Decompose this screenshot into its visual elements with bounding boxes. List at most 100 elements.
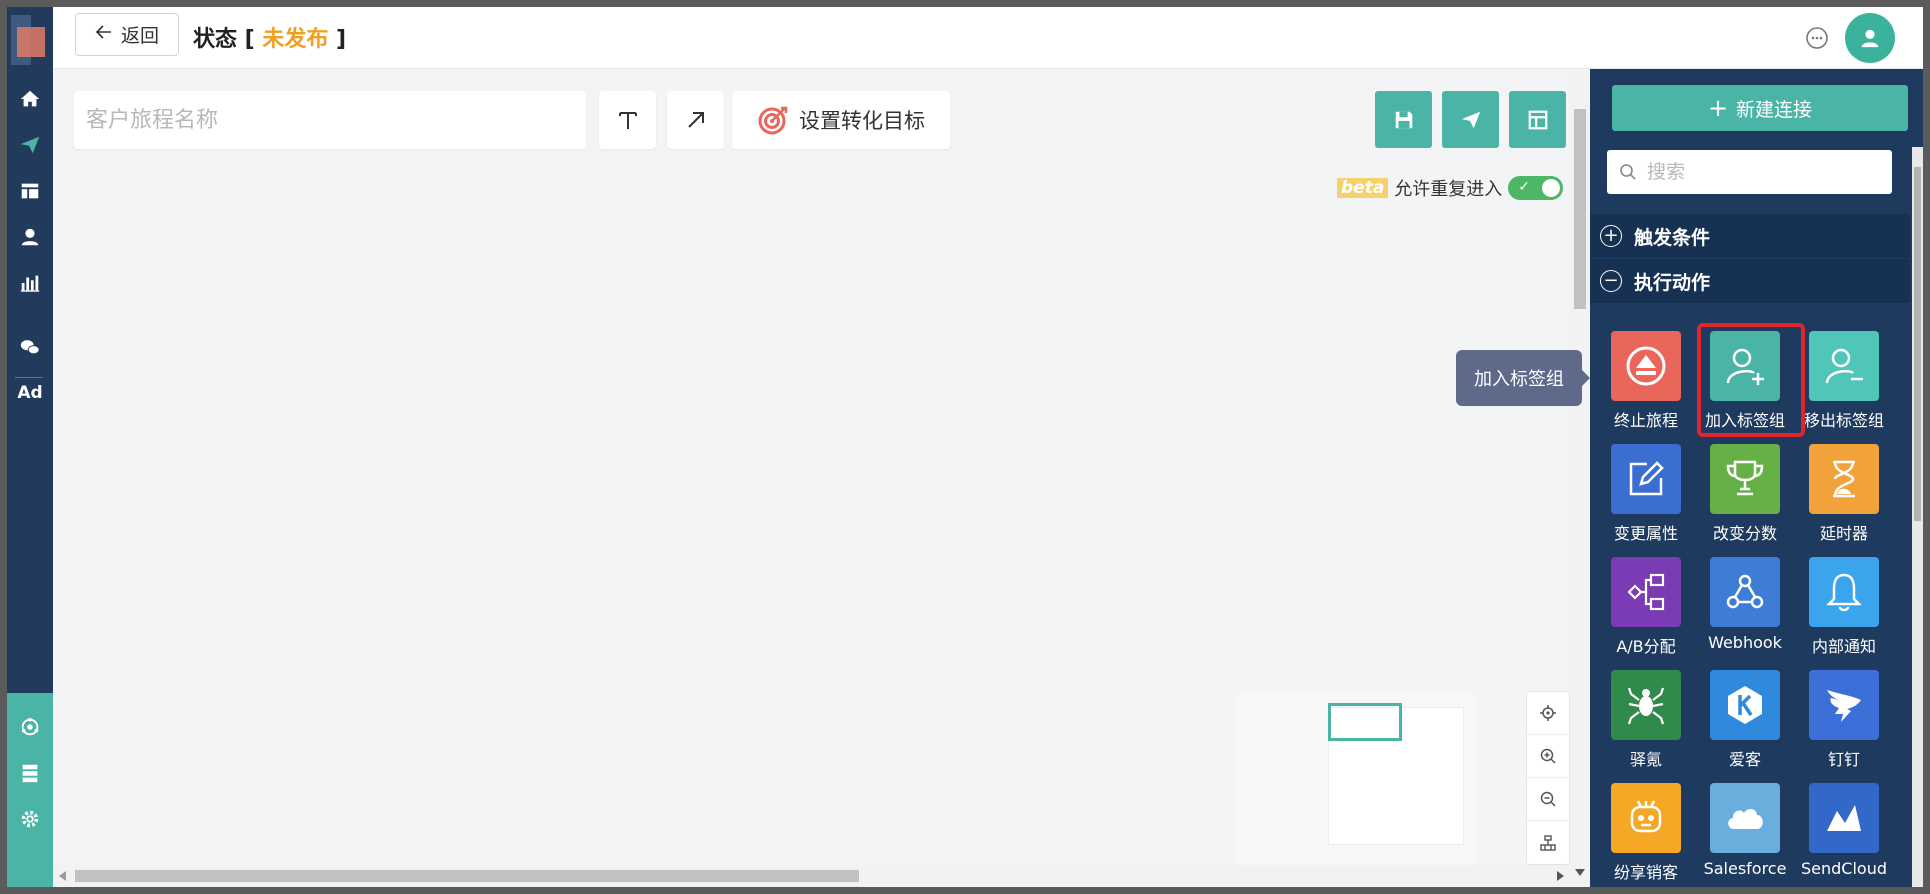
save-button[interactable] [1375,91,1432,148]
scroll-down-icon[interactable] [1575,869,1585,877]
expand-icon: + [1600,225,1622,247]
canvas-vertical-scrollbar[interactable] [1570,69,1590,887]
tile-label: 驿氪 [1629,750,1662,769]
back-label: 返回 [120,25,159,47]
user-icon[interactable] [7,217,53,257]
tile-remove-tag-group[interactable]: 移出标签组 [1798,331,1890,441]
zoom-in-icon[interactable] [1527,735,1569,778]
highlight-frame [1697,323,1805,437]
cloud-icon [1710,783,1780,853]
send-icon [1461,111,1480,128]
back-button[interactable]: 返回 [75,13,179,56]
tile-dingtalk[interactable]: 钉钉 [1798,670,1890,780]
tile-yike[interactable]: 驿氪 [1600,670,1692,780]
dingtalk-icon [1809,670,1879,740]
tile-change-attribute[interactable]: 变更属性 [1600,444,1692,554]
tile-ab-split[interactable]: A/B分配 [1600,557,1692,667]
send-icon[interactable] [7,125,53,165]
k-icon [1710,670,1780,740]
node-palette-panel: + 新建连接 + 触发条件 − 执行动作 终止旅程 加入标签组 [1590,69,1923,887]
page-status: 状态 [ 未发布 ] [193,21,346,53]
avatar[interactable] [1845,13,1895,63]
tile-label: 爱客 [1728,750,1761,769]
set-goal-button[interactable]: 设置转化目标 [732,91,950,149]
bell-icon [1809,557,1879,627]
tile-label: Webhook [1708,633,1782,652]
home-icon[interactable] [7,79,53,119]
tile-label: 纷享销客 [1613,863,1678,882]
sitemap-icon[interactable] [1527,821,1569,864]
scroll-right-icon[interactable] [1556,871,1564,881]
collapse-icon: − [1600,270,1622,292]
allow-reentry-toggle[interactable]: ✓ [1508,176,1564,200]
tile-salesforce[interactable]: Salesforce [1699,783,1791,887]
user-remove-icon [1809,331,1879,401]
sendcloud-icon [1809,783,1879,853]
tile-fxiaoke[interactable]: 纷享销客 [1600,783,1692,887]
locate-icon[interactable] [1527,692,1569,735]
text-tool-button[interactable] [599,91,656,149]
save-icon [1395,111,1412,128]
chat-icon[interactable] [1803,24,1831,52]
tile-label: Salesforce [1703,859,1787,878]
nav-bottom-group [7,693,53,887]
allow-reentry-label: 允许重复进入 [1394,179,1503,200]
zoom-controls [1526,691,1570,865]
palette-scrollbar[interactable] [1912,147,1923,887]
gear-icon[interactable] [7,799,53,839]
left-nav: Ad [7,7,53,887]
tile-label: 终止旅程 [1613,411,1678,430]
set-goal-label: 设置转化目标 [799,109,925,133]
tile-internal-notify[interactable]: 内部通知 [1798,557,1890,667]
tile-webhook[interactable]: Webhook [1699,557,1791,667]
tile-aike[interactable]: 爱客 [1699,670,1791,780]
layout-icon[interactable] [7,171,53,211]
allow-reentry-row: beta 允许重复进入 ✓ [1337,175,1564,201]
section-actions-label: 执行动作 [1634,271,1711,294]
tile-delay[interactable]: 延时器 [1798,444,1890,554]
arrow-tool-button[interactable] [667,91,724,149]
plus-icon: + [1707,94,1729,122]
tile-tooltip: 加入标签组 [1456,350,1590,406]
tile-label: 变更属性 [1613,524,1678,543]
search-input[interactable] [1647,161,1867,183]
tile-change-score[interactable]: 改变分数 [1699,444,1791,554]
section-triggers[interactable]: + 触发条件 [1590,214,1910,258]
beta-badge: beta [1337,178,1389,198]
tile-label: 移出标签组 [1803,411,1884,430]
tile-end-journey[interactable]: 终止旅程 [1600,331,1692,441]
arrow-diagonal-icon [687,112,704,128]
bar-chart-icon[interactable] [7,263,53,303]
robot-icon [1611,783,1681,853]
scroll-left-icon[interactable] [59,871,67,881]
journey-name-input[interactable] [74,91,586,149]
wechat-icon[interactable] [7,327,53,367]
new-connection-label: 新建连接 [1736,98,1813,121]
zoom-out-icon[interactable] [1527,778,1569,821]
tile-label: SendCloud [1801,859,1887,878]
hourglass-icon [1809,444,1879,514]
status-value: 未发布 [262,27,329,52]
tile-label: A/B分配 [1616,637,1676,656]
layout-icon [1528,110,1547,129]
search-icon [1620,164,1636,180]
server-icon[interactable] [7,753,53,793]
publish-button[interactable] [1442,91,1499,148]
arrow-left-icon [95,23,113,46]
tile-label: 内部通知 [1811,637,1876,656]
network-icon[interactable] [7,707,53,747]
trophy-icon [1710,444,1780,514]
minimap-viewport[interactable] [1328,703,1402,741]
layout-button[interactable] [1509,91,1566,148]
minimap[interactable] [1236,693,1476,865]
status-prefix: 状态 [ [193,27,263,52]
ad-icon[interactable]: Ad [7,373,53,413]
tile-label: 改变分数 [1712,524,1777,543]
target-icon [758,106,788,135]
canvas-horizontal-scrollbar[interactable] [53,865,1570,887]
new-connection-button[interactable]: + 新建连接 [1612,85,1908,131]
tile-sendcloud[interactable]: SendCloud [1798,783,1890,887]
section-actions[interactable]: − 执行动作 [1590,259,1910,303]
palette-search[interactable] [1607,150,1892,194]
ab-split-icon [1611,557,1681,627]
